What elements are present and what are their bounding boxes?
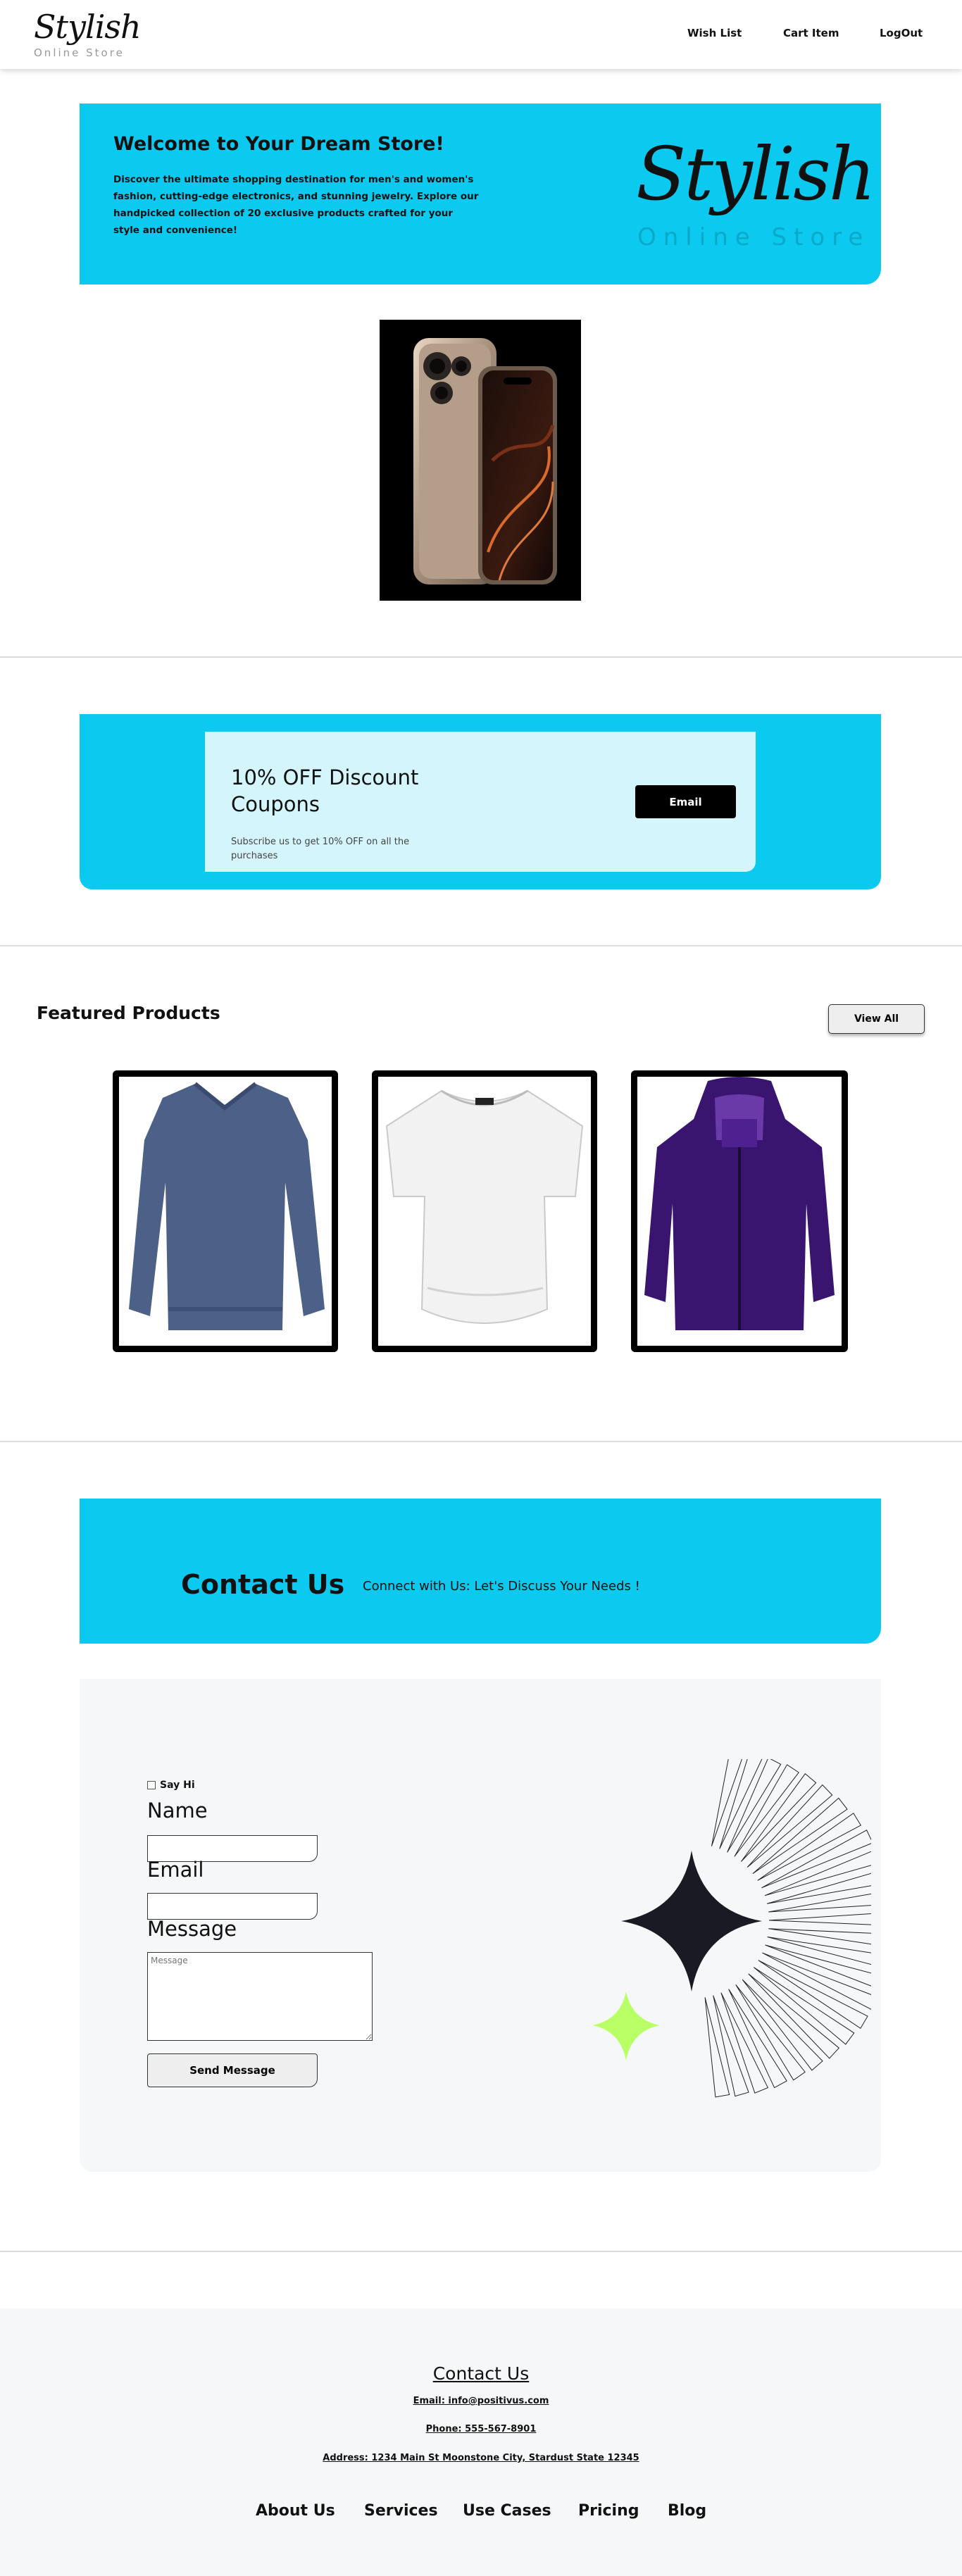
message-textarea[interactable] — [147, 1952, 373, 2041]
contact-banner: Contact Us Connect with Us: Let's Discus… — [80, 1499, 881, 1644]
decorative-star-illustration — [592, 1759, 871, 2098]
nav-logo-subtitle: Online Store — [34, 46, 125, 59]
nav-link-cart-item[interactable]: Cart Item — [783, 27, 839, 39]
hero-banner: Welcome to Your Dream Store! Discover th… — [80, 104, 881, 285]
decorative-ray — [765, 1944, 871, 1987]
decorative-ray — [713, 1995, 749, 2097]
hero-title: Welcome to Your Dream Store! — [113, 133, 444, 155]
coupon-title: 10% OFF Discount Coupons — [231, 765, 419, 816]
contact-subtitle: Connect with Us: Let's Discuss Your Need… — [363, 1579, 640, 1594]
hero-description: Discover the ultimate shopping destinati… — [113, 174, 479, 236]
product-card[interactable] — [372, 1070, 597, 1352]
send-message-button[interactable]: Send Message — [147, 2053, 318, 2087]
footer-link-blog[interactable]: Blog — [668, 2502, 706, 2520]
decorative-ray — [767, 1872, 871, 1904]
tshirt-blue-image — [129, 1082, 325, 1330]
decorative-ray — [768, 1913, 871, 1925]
decorative-ray — [747, 1784, 833, 1868]
coupon-subtitle: Subscribe us to get 10% OFF on all the p… — [231, 837, 410, 861]
view-all-button[interactable]: View All — [828, 1004, 925, 1034]
footer-link-about-us[interactable]: About Us — [256, 2502, 335, 2520]
say-hi-checkbox[interactable] — [147, 1781, 156, 1789]
featured-title: Featured Products — [37, 1003, 220, 1023]
name-label: Name — [147, 1799, 208, 1822]
jacket-purple-image — [644, 1077, 835, 1330]
nav-link-wish-list[interactable]: Wish List — [687, 27, 742, 39]
say-hi-label: Say Hi — [160, 1780, 195, 1791]
contact-form-panel: Say Hi Name Email Message Send Message — [80, 1679, 881, 2172]
footer-address-link[interactable]: Address: 1234 Main St Moonstone City, St… — [0, 2453, 962, 2463]
email-input[interactable] — [147, 1893, 318, 1920]
decorative-ray — [757, 1813, 862, 1881]
message-label: Message — [147, 1917, 237, 1941]
email-label: Email — [147, 1858, 204, 1882]
footer-contact-title[interactable]: Contact Us — [0, 2363, 962, 2384]
section-divider — [0, 945, 962, 946]
say-hi-option[interactable]: Say Hi — [147, 1780, 195, 1791]
section-divider — [0, 1441, 962, 1442]
decorative-ray — [753, 1967, 855, 2045]
product-card[interactable] — [631, 1070, 848, 1352]
decorative-ray — [762, 1952, 871, 2010]
hero-product-image — [380, 320, 581, 601]
decorative-ray — [741, 1773, 817, 1862]
coupon-banner: 10% OFF Discount Coupons Subscribe us to… — [80, 714, 881, 889]
section-divider — [0, 2251, 962, 2252]
decorative-ray — [727, 1759, 782, 1853]
footer-link-pricing[interactable]: Pricing — [578, 2502, 639, 2520]
tshirt-white-image — [385, 1089, 584, 1324]
footer-link-services[interactable]: Services — [364, 2502, 438, 2520]
coupon-card: 10% OFF Discount Coupons Subscribe us to… — [205, 732, 756, 872]
footer-email-link[interactable]: Email: info@positivus.com — [0, 2396, 962, 2406]
footer: Contact Us Email: info@positivus.com Pho… — [0, 2308, 962, 2576]
decorative-ray — [761, 1830, 871, 1889]
decorative-ray — [768, 1928, 871, 1945]
decorative-ray — [758, 1960, 868, 2030]
decorative-ray — [720, 1992, 769, 2094]
decorative-ray — [748, 1973, 840, 2059]
nav-logo-text: Stylish — [34, 8, 142, 46]
nav-logo[interactable]: Stylish Online Store — [34, 8, 142, 61]
section-divider — [0, 656, 962, 658]
navbar: Stylish Online Store Wish List Cart Item… — [0, 0, 962, 69]
footer-link-use-cases[interactable]: Use Cases — [463, 2502, 551, 2520]
email-button[interactable]: Email — [635, 785, 736, 818]
footer-phone-link[interactable]: Phone: 555-567-8901 — [0, 2424, 962, 2434]
smartphone-image — [413, 338, 557, 584]
contact-title: Contact Us — [181, 1569, 345, 1600]
hero-logo-text: Stylish — [636, 131, 876, 217]
product-card[interactable] — [113, 1070, 338, 1352]
hero-logo-subtitle: Online Store — [637, 223, 870, 251]
nav-link-logout[interactable]: LogOut — [880, 27, 923, 39]
